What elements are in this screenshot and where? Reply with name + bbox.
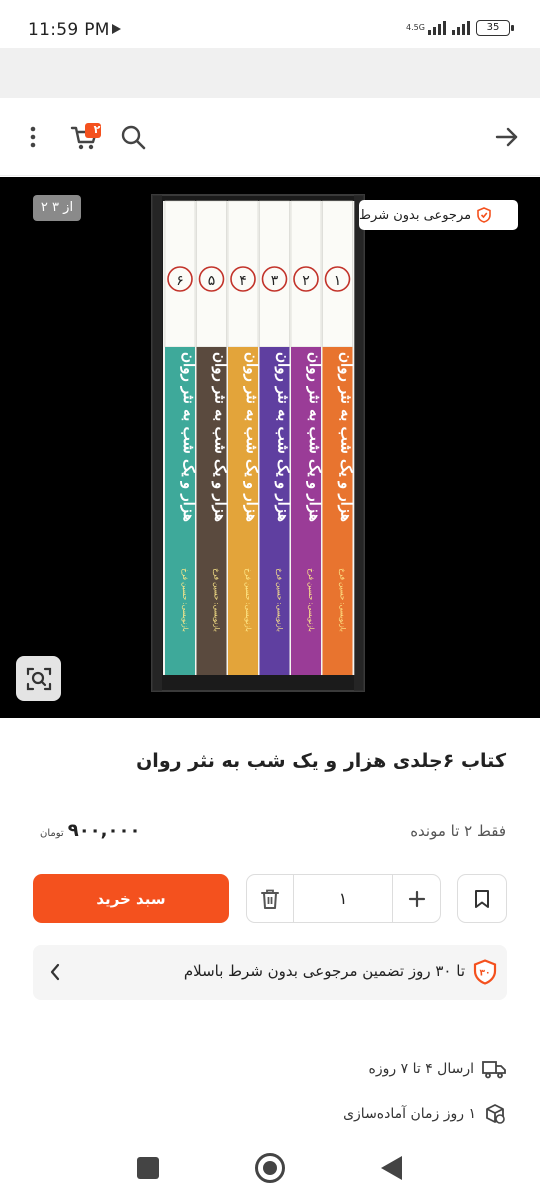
home-button[interactable] [255,1153,285,1183]
price: تومان ۹۰۰,۰۰۰ [40,820,140,841]
book-spine: ۶ هزار و یک شب به نثر روان بازنویسی: حسین … [164,200,198,675]
book-author-text: بازنویسی: حسین فرخ [181,568,189,632]
prep-info: ۱ روز زمان آماده‌سازی [343,1103,506,1125]
book-set-image: ۶ هزار و یک شب به نثر روان بازنویسی: حسین … [151,194,365,692]
price-value: ۹۰۰,۰۰۰ [67,820,141,841]
bookmark-button[interactable] [457,874,507,923]
add-to-cart-button[interactable]: سبد خرید [33,874,229,923]
truck-icon [482,1061,506,1079]
signal-icon [428,21,446,35]
stock-text: فقط ۲ تا مونده [410,822,506,840]
back-arrow-icon[interactable] [490,120,524,154]
book-spine: ۲ هزار و یک شب به نثر روان بازنویسی: حسین … [290,200,324,675]
trash-icon [261,889,279,909]
package-icon [486,1104,505,1124]
volume-number: ۵ [208,273,216,289]
currency: تومان [40,828,64,839]
quantity-stepper: ۱ [246,874,441,923]
book-title-text: هزار و یک شب به نثر روان [338,352,356,522]
guarantee-text: تا ۳۰ روز تضمین مرجوعی بدون شرط باسلام [183,962,465,980]
delete-button[interactable] [247,875,294,922]
delivery-text: ارسال ۴ تا ۷ روزه [368,1061,474,1077]
book-spine: ۳ هزار و یک شب به نثر روان بازنویسی: حسین … [259,200,293,675]
image-search-button[interactable] [16,656,61,701]
chevron-left-icon [50,963,60,981]
book-author-text: بازنویسی: حسین فرخ [244,568,252,632]
plus-icon [408,890,425,907]
status-indicators: 4.5G 35 [406,20,514,36]
play-icon [112,24,121,34]
cart-icon[interactable]: ۲ [66,120,104,154]
guarantee-shield-icon: ۳۰ [473,959,497,985]
guarantee-shield-number: ۳۰ [480,969,491,979]
book-title-text: هزار و یک شب به نثر روان [306,352,324,522]
address-band [0,48,540,98]
system-nav-bar [0,1140,540,1200]
delivery-info: ارسال ۴ تا ۷ روزه [369,1059,506,1079]
quantity-value[interactable]: ۱ [294,875,393,922]
product-image[interactable]: ۶ هزار و یک شب به نثر روان بازنویسی: حسین … [0,177,540,718]
status-time: 11:59 PM [28,20,110,40]
book-title-text: هزار و یک شب به نثر روان [212,352,230,522]
volume-number: ۶ [176,273,184,289]
volume-number: ۴ [239,273,247,289]
increase-button[interactable] [393,875,440,922]
book-title-text: هزار و یک شب به نثر روان [275,352,293,522]
shield-icon [477,207,491,223]
book-author-text: بازنویسی: حسین فرخ [339,568,347,632]
book-author-text: بازنویسی: حسین فرخ [276,568,284,632]
book-title-text: هزار و یک شب به نثر روان [180,352,198,522]
network-type: 4.5G [406,23,425,32]
volume-number: ۳ [271,273,279,289]
battery-icon: 35 [476,20,514,36]
status-bar: 11:59 PM 4.5G 35 [0,0,540,48]
search-icon[interactable] [116,120,150,154]
prep-text: ۱ روز زمان آماده‌سازی [343,1106,476,1122]
book-author-text: بازنویسی: حسین فرخ [307,568,315,632]
home-dot [263,1161,277,1175]
top-app-bar: ۲ [0,98,540,176]
recent-apps-button[interactable] [137,1157,159,1179]
return-badge: مرجوعی بدون شرط [359,200,518,230]
volume-number: ۱ [334,273,342,289]
book-spine: ۴ هزار و یک شب به نثر روان بازنویسی: حسین … [227,200,261,675]
bookmark-icon [475,889,489,908]
back-button[interactable] [381,1156,402,1180]
book-author-text: بازنویسی: حسین فرخ [213,568,221,632]
signal-icon-2 [452,21,470,35]
more-menu-icon[interactable] [16,120,50,154]
book-spine: ۱ هزار و یک شب به نثر روان بازنویسی: حسین … [322,200,356,675]
lens-scan-icon [26,667,51,690]
return-badge-text: مرجوعی بدون شرط [359,207,472,223]
book-title-text: هزار و یک شب به نثر روان [243,352,261,522]
image-counter: ۲ از ۳ [33,195,81,221]
guarantee-banner[interactable]: ۳۰ تا ۳۰ روز تضمین مرجوعی بدون شرط باسلا… [33,945,507,1000]
cart-count-badge: ۲ [93,123,101,136]
volume-number: ۲ [302,273,310,289]
book-spine: ۵ هزار و یک شب به نثر روان بازنویسی: حسین … [196,200,230,675]
product-title: کتاب ۶جلدی هزار و یک شب به نثر روان [136,750,506,772]
